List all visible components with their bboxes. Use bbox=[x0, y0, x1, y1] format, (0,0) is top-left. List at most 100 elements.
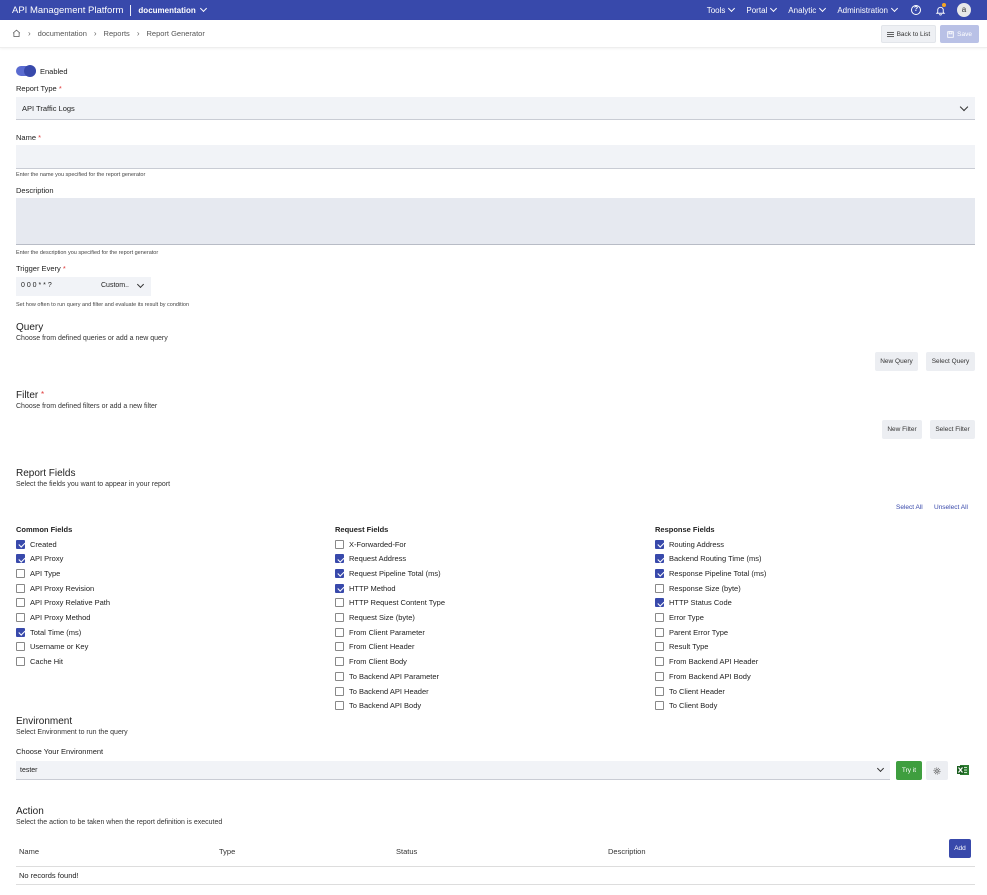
environment-select[interactable]: tester bbox=[16, 761, 890, 780]
field-checkbox-row[interactable]: From Client Body bbox=[335, 656, 407, 668]
field-checkbox-row[interactable]: Response Pipeline Total (ms) bbox=[655, 567, 766, 579]
select-all-link[interactable]: Select All bbox=[896, 504, 923, 511]
help-button[interactable]: ? bbox=[909, 3, 923, 17]
checkbox-checked[interactable] bbox=[16, 554, 25, 564]
field-checkbox-row[interactable]: API Type bbox=[16, 567, 60, 579]
enabled-toggle[interactable] bbox=[16, 65, 36, 77]
checkbox-checked[interactable] bbox=[335, 568, 344, 578]
checkbox-unchecked[interactable] bbox=[16, 583, 25, 593]
checkbox-unchecked[interactable] bbox=[335, 657, 344, 667]
field-checkbox-row[interactable]: From Client Header bbox=[335, 641, 414, 653]
checkbox-unchecked[interactable] bbox=[655, 613, 664, 622]
checkbox-unchecked[interactable] bbox=[655, 657, 664, 667]
name-input[interactable] bbox=[16, 145, 975, 169]
trigger-mode[interactable]: Custom.. bbox=[101, 282, 129, 289]
field-checkbox-row[interactable]: Error Type bbox=[655, 612, 704, 624]
nav-analytic[interactable]: Analytic bbox=[788, 4, 827, 15]
field-checkbox-row[interactable]: HTTP Status Code bbox=[655, 597, 732, 609]
field-checkbox-row[interactable]: Result Type bbox=[655, 641, 708, 653]
field-checkbox-row[interactable]: From Backend API Body bbox=[655, 670, 751, 682]
checkbox-unchecked[interactable] bbox=[335, 642, 344, 652]
checkbox-unchecked[interactable] bbox=[335, 539, 344, 549]
field-checkbox-row[interactable]: Backend Routing Time (ms) bbox=[655, 553, 762, 565]
select-filter-button[interactable]: Select Filter bbox=[930, 420, 975, 439]
field-checkbox-row[interactable]: X-Forwarded-For bbox=[335, 538, 406, 550]
checkbox-checked[interactable] bbox=[335, 554, 344, 564]
checkbox-unchecked[interactable] bbox=[655, 642, 664, 652]
checkbox-unchecked[interactable] bbox=[16, 642, 25, 652]
field-checkbox-row[interactable]: API Proxy Relative Path bbox=[16, 597, 110, 609]
home-icon[interactable] bbox=[12, 29, 21, 38]
breadcrumb-workspace[interactable]: documentation bbox=[38, 29, 87, 38]
field-checkbox-row[interactable]: To Backend API Header bbox=[335, 685, 429, 697]
field-checkbox-row[interactable]: To Backend API Parameter bbox=[335, 670, 439, 682]
checkbox-unchecked[interactable] bbox=[335, 701, 344, 711]
checkbox-unchecked[interactable] bbox=[655, 701, 664, 711]
field-checkbox-row[interactable]: Routing Address bbox=[655, 538, 724, 550]
field-checkbox-row[interactable]: To Client Body bbox=[655, 700, 717, 712]
field-checkbox-row[interactable]: To Client Header bbox=[655, 685, 725, 697]
field-checkbox-row[interactable]: API Proxy bbox=[16, 553, 63, 565]
field-checkbox-row[interactable]: To Backend API Body bbox=[335, 700, 421, 712]
field-checkbox-row[interactable]: Parent Error Type bbox=[655, 626, 728, 638]
checkbox-unchecked[interactable] bbox=[16, 568, 25, 578]
checkbox-unchecked[interactable] bbox=[335, 671, 344, 681]
query-title: Query bbox=[16, 322, 44, 333]
checkbox-unchecked[interactable] bbox=[655, 671, 664, 681]
checkbox-unchecked[interactable] bbox=[655, 627, 664, 637]
checkbox-unchecked[interactable] bbox=[335, 598, 344, 608]
field-checkbox-row[interactable]: Request Size (byte) bbox=[335, 612, 415, 624]
field-checkbox-row[interactable]: Request Address bbox=[335, 553, 406, 565]
checkbox-checked[interactable] bbox=[16, 539, 25, 549]
notifications-button[interactable] bbox=[933, 3, 947, 17]
description-textarea[interactable] bbox=[16, 198, 975, 245]
checkbox-checked[interactable] bbox=[655, 554, 664, 564]
checkbox-unchecked[interactable] bbox=[16, 613, 25, 622]
checkbox-checked[interactable] bbox=[655, 539, 664, 549]
report-type-select[interactable]: API Traffic Logs bbox=[16, 97, 975, 120]
checkbox-checked[interactable] bbox=[655, 598, 664, 608]
try-it-button[interactable]: Try it bbox=[896, 761, 922, 780]
checkbox-unchecked[interactable] bbox=[16, 657, 25, 667]
field-checkbox-row[interactable]: From Backend API Header bbox=[655, 656, 758, 668]
avatar[interactable]: a bbox=[957, 3, 971, 17]
action-title: Action bbox=[16, 806, 44, 817]
field-checkbox-row[interactable]: Created bbox=[16, 538, 57, 550]
workspace-selector[interactable]: documentation bbox=[138, 4, 207, 15]
cron-value[interactable]: 0 0 0 * * ? bbox=[21, 282, 52, 289]
breadcrumb-reports[interactable]: Reports bbox=[104, 29, 130, 38]
checkbox-unchecked[interactable] bbox=[16, 598, 25, 608]
checkbox-unchecked[interactable] bbox=[335, 627, 344, 637]
field-checkbox-row[interactable]: From Client Parameter bbox=[335, 626, 425, 638]
field-checkbox-row[interactable]: Total Time (ms) bbox=[16, 626, 81, 638]
field-checkbox-row[interactable]: API Proxy Revision bbox=[16, 582, 94, 594]
new-filter-button[interactable]: New Filter bbox=[882, 420, 922, 439]
select-query-button[interactable]: Select Query bbox=[926, 352, 975, 371]
nav-portal[interactable]: Portal bbox=[746, 4, 778, 15]
nav-tools[interactable]: Tools bbox=[707, 4, 736, 15]
field-checkbox-row[interactable]: Cache Hit bbox=[16, 656, 63, 668]
checkbox-unchecked[interactable] bbox=[655, 583, 664, 593]
checkbox-checked[interactable] bbox=[16, 627, 25, 637]
save-button[interactable]: Save bbox=[940, 25, 979, 43]
back-to-list-button[interactable]: Back to List bbox=[880, 25, 937, 43]
environment-label: Choose Your Environment bbox=[16, 747, 104, 756]
app-title[interactable]: API Management Platform bbox=[12, 5, 123, 16]
settings-button[interactable] bbox=[926, 761, 948, 780]
checkbox-checked[interactable] bbox=[335, 583, 344, 593]
nav-administration[interactable]: Administration bbox=[837, 4, 899, 15]
field-checkbox-row[interactable]: Response Size (byte) bbox=[655, 582, 741, 594]
field-checkbox-row[interactable]: HTTP Method bbox=[335, 582, 396, 594]
checkbox-unchecked[interactable] bbox=[335, 613, 344, 622]
checkbox-unchecked[interactable] bbox=[655, 686, 664, 696]
excel-export-button[interactable] bbox=[957, 764, 969, 776]
field-checkbox-row[interactable]: Request Pipeline Total (ms) bbox=[335, 567, 441, 579]
field-checkbox-row[interactable]: Username or Key bbox=[16, 641, 88, 653]
trigger-field[interactable]: 0 0 0 * * ? Custom.. bbox=[16, 277, 151, 296]
unselect-all-link[interactable]: Unselect All bbox=[934, 504, 968, 511]
checkbox-unchecked[interactable] bbox=[335, 686, 344, 696]
new-query-button[interactable]: New Query bbox=[875, 352, 918, 371]
field-checkbox-row[interactable]: API Proxy Method bbox=[16, 612, 90, 624]
field-checkbox-row[interactable]: HTTP Request Content Type bbox=[335, 597, 445, 609]
checkbox-checked[interactable] bbox=[655, 568, 664, 578]
